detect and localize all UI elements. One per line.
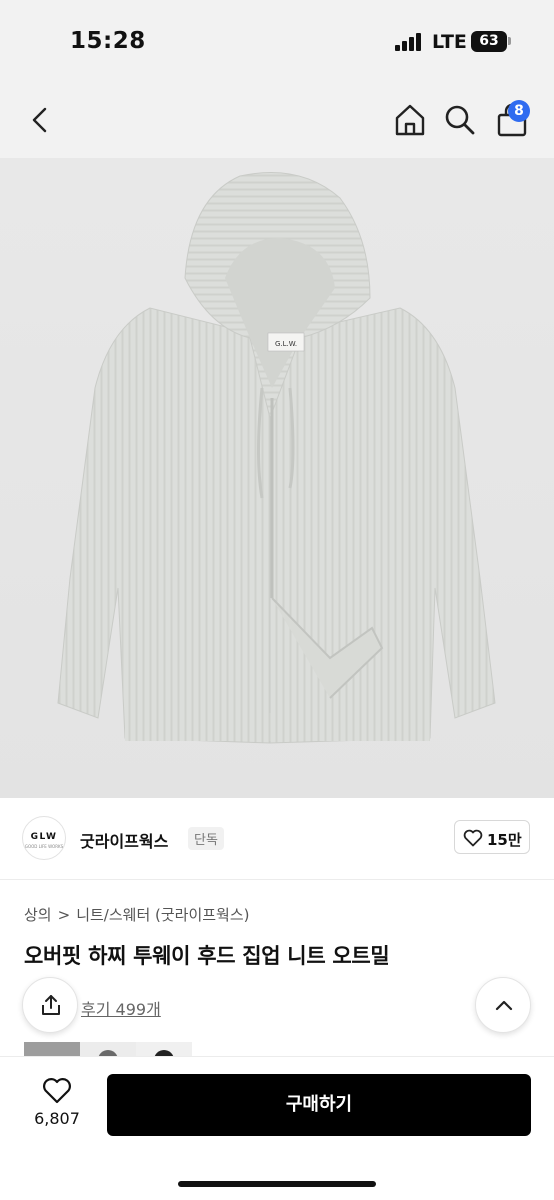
scroll-top-button[interactable]: [475, 977, 531, 1033]
heart-icon: [463, 829, 483, 847]
breadcrumb-item-subcategory[interactable]: 니트/스웨터 (굿라이프웍스): [76, 904, 249, 925]
review-link[interactable]: 후기 499개: [81, 996, 161, 1020]
breadcrumb-separator: >: [57, 906, 71, 924]
battery-cap: [508, 37, 511, 45]
hoodie-label-text: G.L.W.: [275, 340, 297, 348]
hoodie-illustration: G.L.W.: [57, 171, 496, 744]
share-icon: [42, 995, 60, 1015]
heart-icon: [43, 1078, 71, 1104]
buy-button[interactable]: 구매하기: [107, 1074, 531, 1136]
product-title: 오버핏 하찌 투웨이 후드 집업 니트 오트밀: [24, 944, 390, 968]
battery-icon: 63: [471, 31, 507, 52]
share-button[interactable]: [22, 977, 78, 1033]
top-nav: 8: [0, 84, 554, 158]
brand-logo-text: GLW: [30, 832, 58, 842]
brand-like-button[interactable]: 15만: [454, 820, 530, 854]
wishlist-button[interactable]: 6,807: [24, 1075, 90, 1141]
status-time: 15:28: [70, 28, 146, 54]
home-indicator: [178, 1181, 376, 1187]
brand-row: GLW GOOD LIFE WORKS 굿라이프웍스 단독 15만: [0, 798, 554, 880]
network-label: LTE: [432, 31, 467, 53]
brand-like-count: 15만: [487, 831, 522, 849]
product-image[interactable]: G.L.W.: [0, 158, 554, 798]
wishlist-count: 6,807: [34, 1109, 80, 1128]
search-icon[interactable]: [442, 102, 478, 138]
brand-logo[interactable]: GLW GOOD LIFE WORKS: [22, 816, 66, 860]
home-icon[interactable]: [392, 102, 428, 138]
brand-name[interactable]: 굿라이프웍스: [80, 828, 168, 852]
status-bar: 15:28 LTE 63: [0, 0, 554, 84]
back-icon[interactable]: [24, 104, 56, 136]
signal-icon: [395, 33, 423, 51]
exclusive-badge: 단독: [188, 827, 224, 850]
cart-badge: 8: [508, 100, 530, 122]
bottom-bar: 6,807 구매하기: [0, 1056, 554, 1200]
brand-logo-subtext: GOOD LIFE WORKS: [24, 844, 64, 849]
breadcrumb-item-category[interactable]: 상의: [24, 904, 52, 925]
chevron-up-icon: [495, 1000, 513, 1011]
breadcrumb: 상의 > 니트/스웨터 (굿라이프웍스): [24, 904, 250, 925]
